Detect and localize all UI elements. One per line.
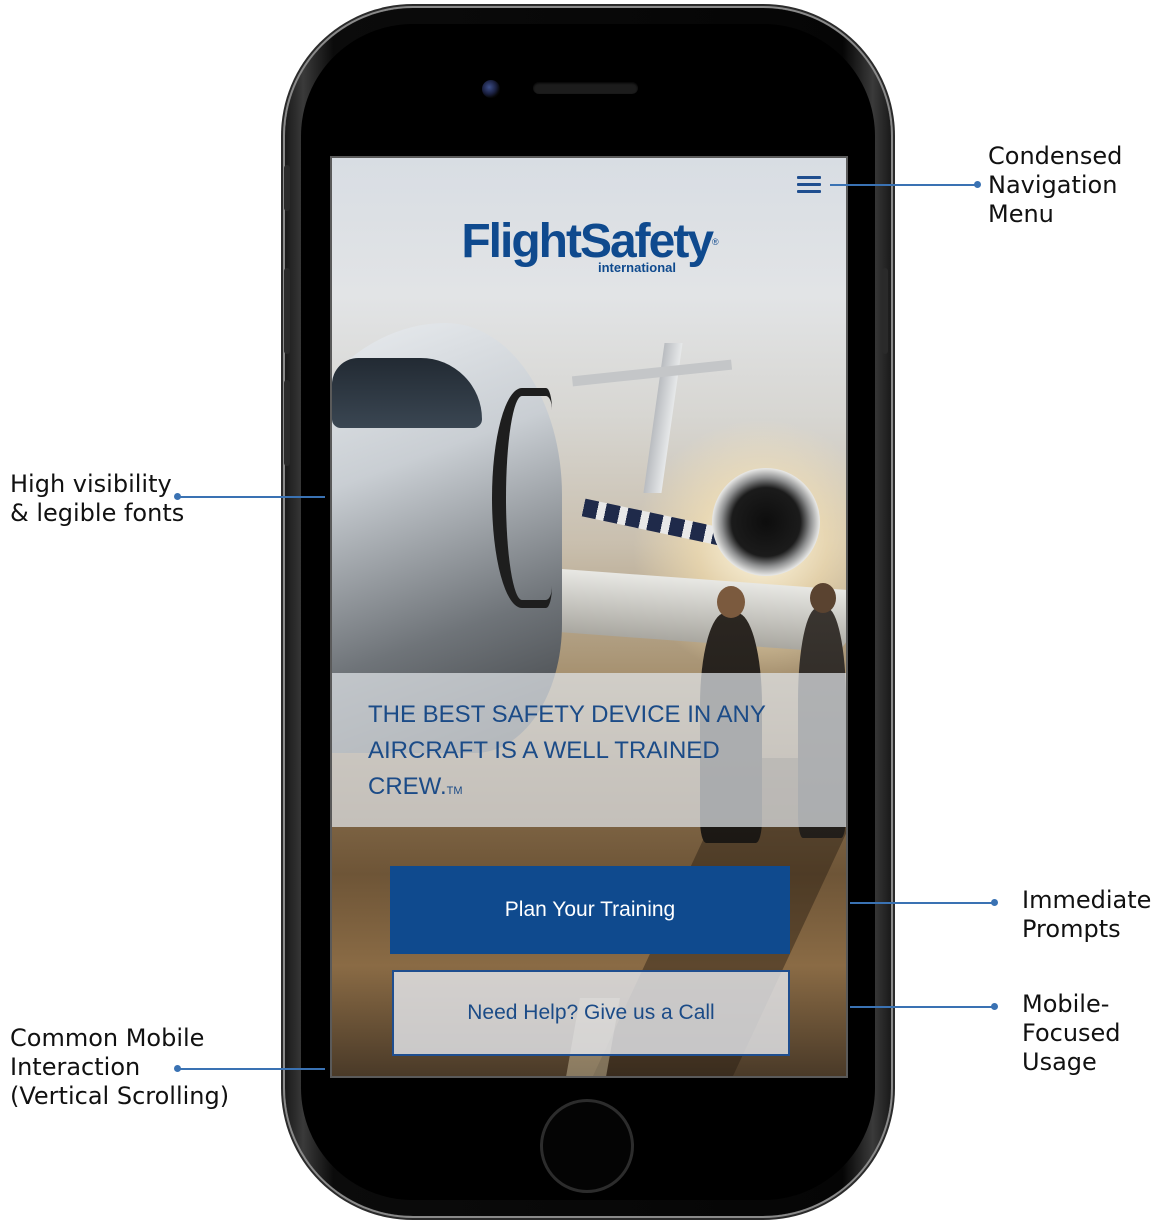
- annotation-mobile-usage: Mobile- Focused Usage: [1022, 990, 1121, 1076]
- annotation-line-scrolling: [177, 1068, 325, 1070]
- aircraft-stabilizer: [571, 359, 733, 387]
- side-button-volume-up: [284, 268, 290, 354]
- side-button-mute: [284, 165, 290, 211]
- trademark-mark: TM: [446, 785, 463, 797]
- pilot-head: [717, 586, 745, 618]
- annotation-line-fonts: [177, 496, 325, 498]
- home-button[interactable]: [540, 1099, 634, 1193]
- side-button-volume-down: [284, 380, 290, 466]
- annotation-dot-prompts: [991, 899, 998, 906]
- front-camera: [482, 80, 500, 98]
- annotation-dot-fonts: [174, 493, 181, 500]
- call-us-button[interactable]: Need Help? Give us a Call: [392, 970, 790, 1056]
- side-button-power: [882, 268, 888, 354]
- annotation-dot-scrolling: [174, 1065, 181, 1072]
- annotation-line-prompts: [850, 902, 995, 904]
- aircraft-door: [492, 388, 552, 608]
- passenger-head: [810, 583, 836, 613]
- tagline-text: THE BEST SAFETY DEVICE IN ANY AIRCRAFT I…: [368, 701, 766, 800]
- annotation-line-nav-menu: [830, 184, 977, 186]
- earpiece-speaker: [533, 82, 638, 94]
- annotation-prompts: Immediate Prompts: [1022, 886, 1152, 943]
- phone-screen: FlightSafety® international THE BEST SAF…: [330, 156, 848, 1078]
- annotation-nav-menu: Condensed Navigation Menu: [988, 142, 1123, 228]
- plan-your-training-button[interactable]: Plan Your Training: [390, 866, 790, 954]
- flightsafety-logo[interactable]: FlightSafety® international: [332, 215, 846, 276]
- annotation-line-mobile-usage: [850, 1006, 995, 1008]
- annotation-dot-nav-menu: [974, 181, 981, 188]
- hamburger-menu-icon[interactable]: [797, 176, 821, 194]
- annotation-dot-mobile-usage: [991, 1003, 998, 1010]
- tagline-banner: THE BEST SAFETY DEVICE IN ANY AIRCRAFT I…: [332, 673, 846, 827]
- registered-mark: ®: [712, 237, 718, 247]
- aircraft-engine: [712, 468, 820, 576]
- logo-wordmark: FlightSafety®: [461, 215, 718, 268]
- annotation-fonts: High visibility & legible fonts: [10, 470, 185, 527]
